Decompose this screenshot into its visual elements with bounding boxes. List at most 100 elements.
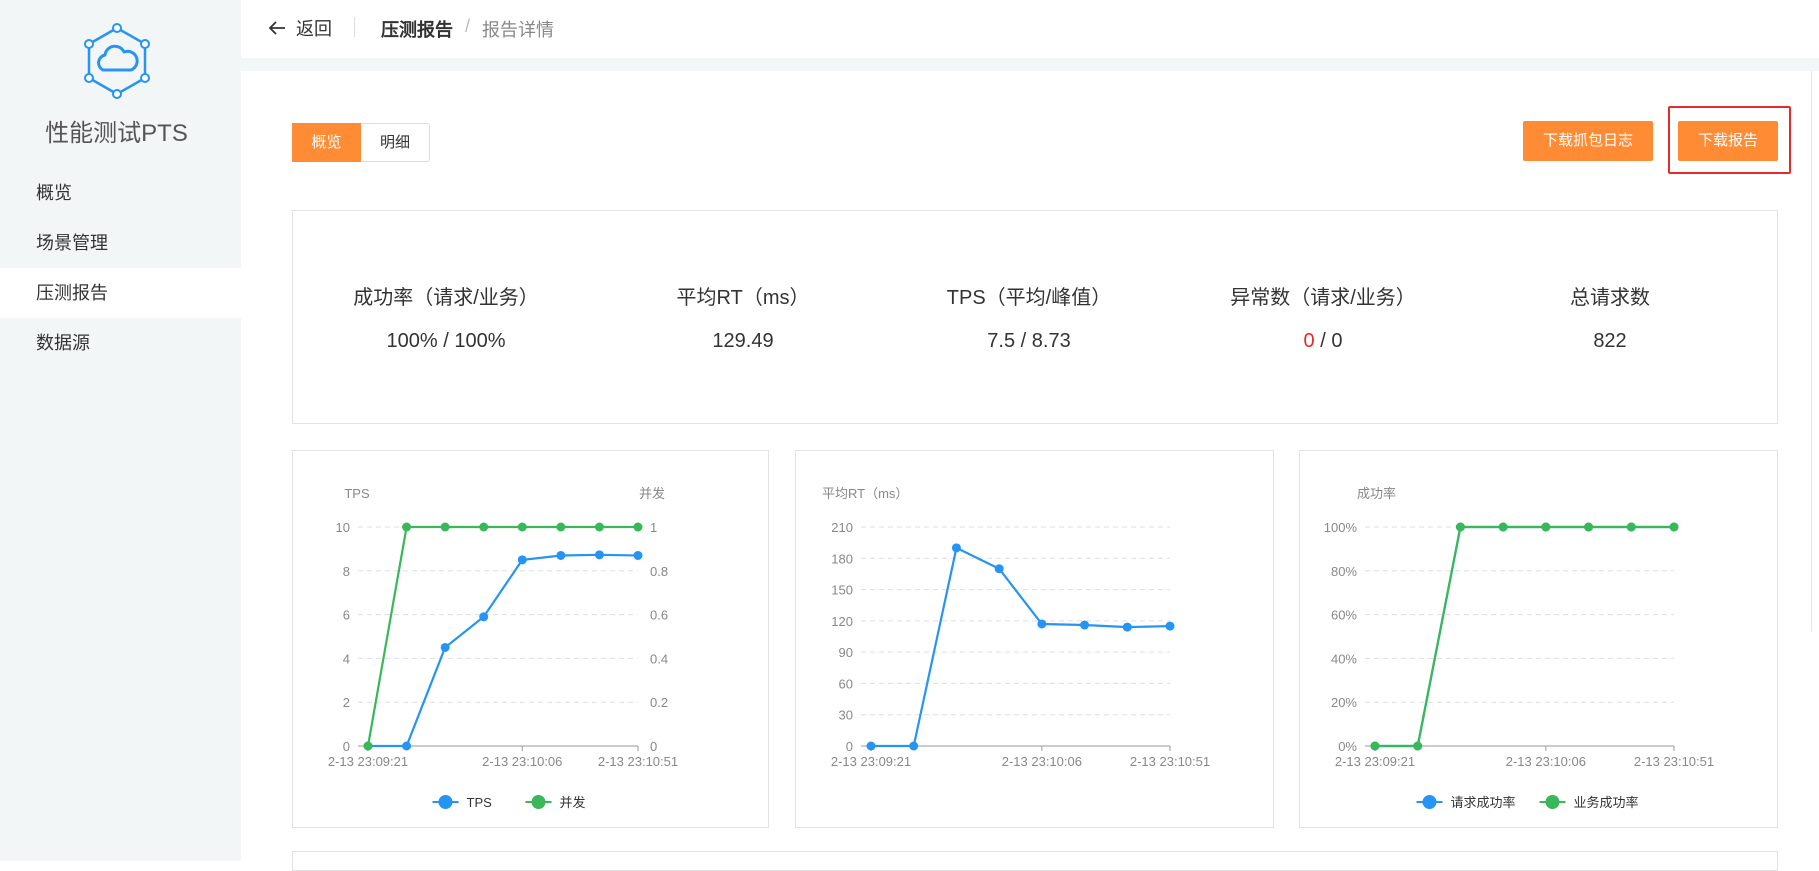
x-tick-label: 2-13 23:10:06 [1506,754,1586,769]
y-tick-label: 210 [831,520,853,535]
data-point [633,550,643,560]
y-tick-label: 100% [1324,520,1358,535]
data-point [1669,522,1679,532]
stat-label: TPS（平均/峰值） [946,287,1112,309]
stat-label: 平均RT（ms） [676,287,810,309]
legend-marker [438,795,453,809]
series-line [1375,525,1674,748]
y-tick-label: 0% [1338,739,1357,754]
x-tick-label: 2-13 23:10:51 [598,754,678,769]
data-point [479,522,489,532]
y-tick-label: 20% [1331,695,1357,710]
legend-label: 并发 [560,795,586,810]
y2-axis-title: 并发 [639,486,665,501]
cloud-hexagon-logo-icon [84,23,150,99]
stat-total-requests: 总请求数 822 [1480,281,1740,353]
data-point [1413,741,1423,751]
stat-value: 822 [1593,330,1627,352]
y-tick-label: 30 [839,708,853,723]
data-point [1122,622,1132,632]
stat-value: 0 / 0 [1193,330,1453,353]
data-point [594,550,604,560]
arrow-left-icon [268,21,285,35]
stat-avg-rt: 平均RT（ms） 129.49 [613,281,873,353]
avg-rt-chart: 平均RT（ms） 0 30 60 90 120 150 180 210 2-13 23:09:21… [822,486,1210,769]
stat-label: 异常数（请求/业务） [1230,287,1416,309]
y-tick-label: 2 [343,695,350,710]
x-tick-label: 2-13 23:10:06 [1002,754,1082,769]
data-point [909,741,919,751]
y-tick-label: 4 [343,651,350,666]
success-rate-chart: 成功率 0% 20% 40% 60% 80% 100% 2-13 23:09:21 2-13 2… [1324,486,1714,810]
scroll-edge [1811,71,1819,631]
chart-panel-rt: 平均RT（ms） 0 30 60 90 120 150 180 210 2-13 23:09:21… [795,450,1274,828]
stat-value: 129.49 [712,330,774,352]
series-line [1375,525,1674,748]
data-point [1498,522,1508,532]
data-point [951,543,961,553]
y-tick-label: 180 [831,551,853,566]
y2-tick-label: 0.6 [650,608,668,623]
data-point [517,555,527,565]
data-point [994,564,1004,574]
y-axis-title: 平均RT（ms） [822,486,908,501]
data-point [556,550,566,560]
data-point [594,522,604,532]
sidebar-item-reports[interactable]: 压测报告 [0,268,241,318]
x-tick-label: 2-13 23:10:51 [1634,754,1714,769]
stat-label: 总请求数 [1570,287,1650,309]
stat-errors: 异常数（请求/业务） 0 / 0 [1193,281,1453,353]
y-tick-label: 80% [1331,564,1357,579]
x-tick-label: 2-13 23:09:21 [831,754,911,769]
x-tick-label: 2-13 23:10:06 [482,754,562,769]
tab-overview[interactable]: 概览 [292,123,361,162]
data-point [1080,620,1090,630]
breadcrumb: 压测报告 / 报告详情 [381,16,554,42]
download-report-highlight [1668,106,1791,174]
view-tabs: 概览 明细 [292,123,430,162]
next-panel [292,851,1778,871]
y-tick-label: 0 [343,739,350,754]
stat-business-error-count: 0 [1331,330,1343,352]
y-tick-label: 120 [831,614,853,629]
stat-value: 100% / 100% [386,330,506,352]
data-point [479,612,489,622]
data-point [1037,619,1047,629]
x-tick-label: 2-13 23:10:51 [1130,754,1210,769]
y2-tick-label: 1 [650,520,657,535]
stat-success-rate: 成功率（请求/业务） 100% / 100% [316,281,576,353]
y2-tick-label: 0 [650,739,657,754]
stat-error-count: 0 [1303,330,1315,352]
y-tick-label: 40% [1331,651,1357,666]
data-point [1626,522,1636,532]
legend-label: 请求成功率 [1451,795,1516,810]
data-point [1455,522,1465,532]
top-bar-divider [241,58,1819,71]
stat-tps: TPS（平均/峰值） 7.5 / 8.73 [899,281,1159,353]
data-point [1370,741,1380,751]
breadcrumb-separator: / [465,16,471,36]
breadcrumb-reports[interactable]: 压测报告 [381,16,453,42]
data-point [402,522,412,532]
y2-tick-label: 0.8 [650,564,668,579]
app-name: 性能测试PTS [45,120,188,147]
back-label: 返回 [296,19,332,39]
breadcrumb-current: 报告详情 [482,20,555,40]
stat-value: 7.5 / 8.73 [987,330,1071,352]
y2-tick-label: 0.4 [650,651,668,666]
back-button[interactable]: 返回 [268,15,332,41]
y-tick-label: 6 [343,608,350,623]
tps-concurrency-chart: TPS 并发 0 0 2 0.2 4 0.4 6 0.6 8 0.8 10 1 2-13 23:09:21 2… [328,486,678,810]
download-capture-log-button[interactable]: 下载抓包日志 [1523,121,1653,161]
tab-detail[interactable]: 明细 [361,123,430,162]
data-point [402,741,412,751]
sidebar-item-scenarios[interactable]: 场景管理 [0,218,241,268]
y-tick-label: 60 [839,676,853,691]
sidebar-item-datasource[interactable]: 数据源 [0,318,241,368]
data-point [363,741,373,751]
legend-marker [1545,795,1560,809]
sidebar: 性能测试PTS 概览 场景管理 压测报告 数据源 [0,0,241,861]
y-axis-title: TPS [344,486,370,501]
y-tick-label: 0 [846,739,853,754]
sidebar-item-overview[interactable]: 概览 [0,168,241,218]
